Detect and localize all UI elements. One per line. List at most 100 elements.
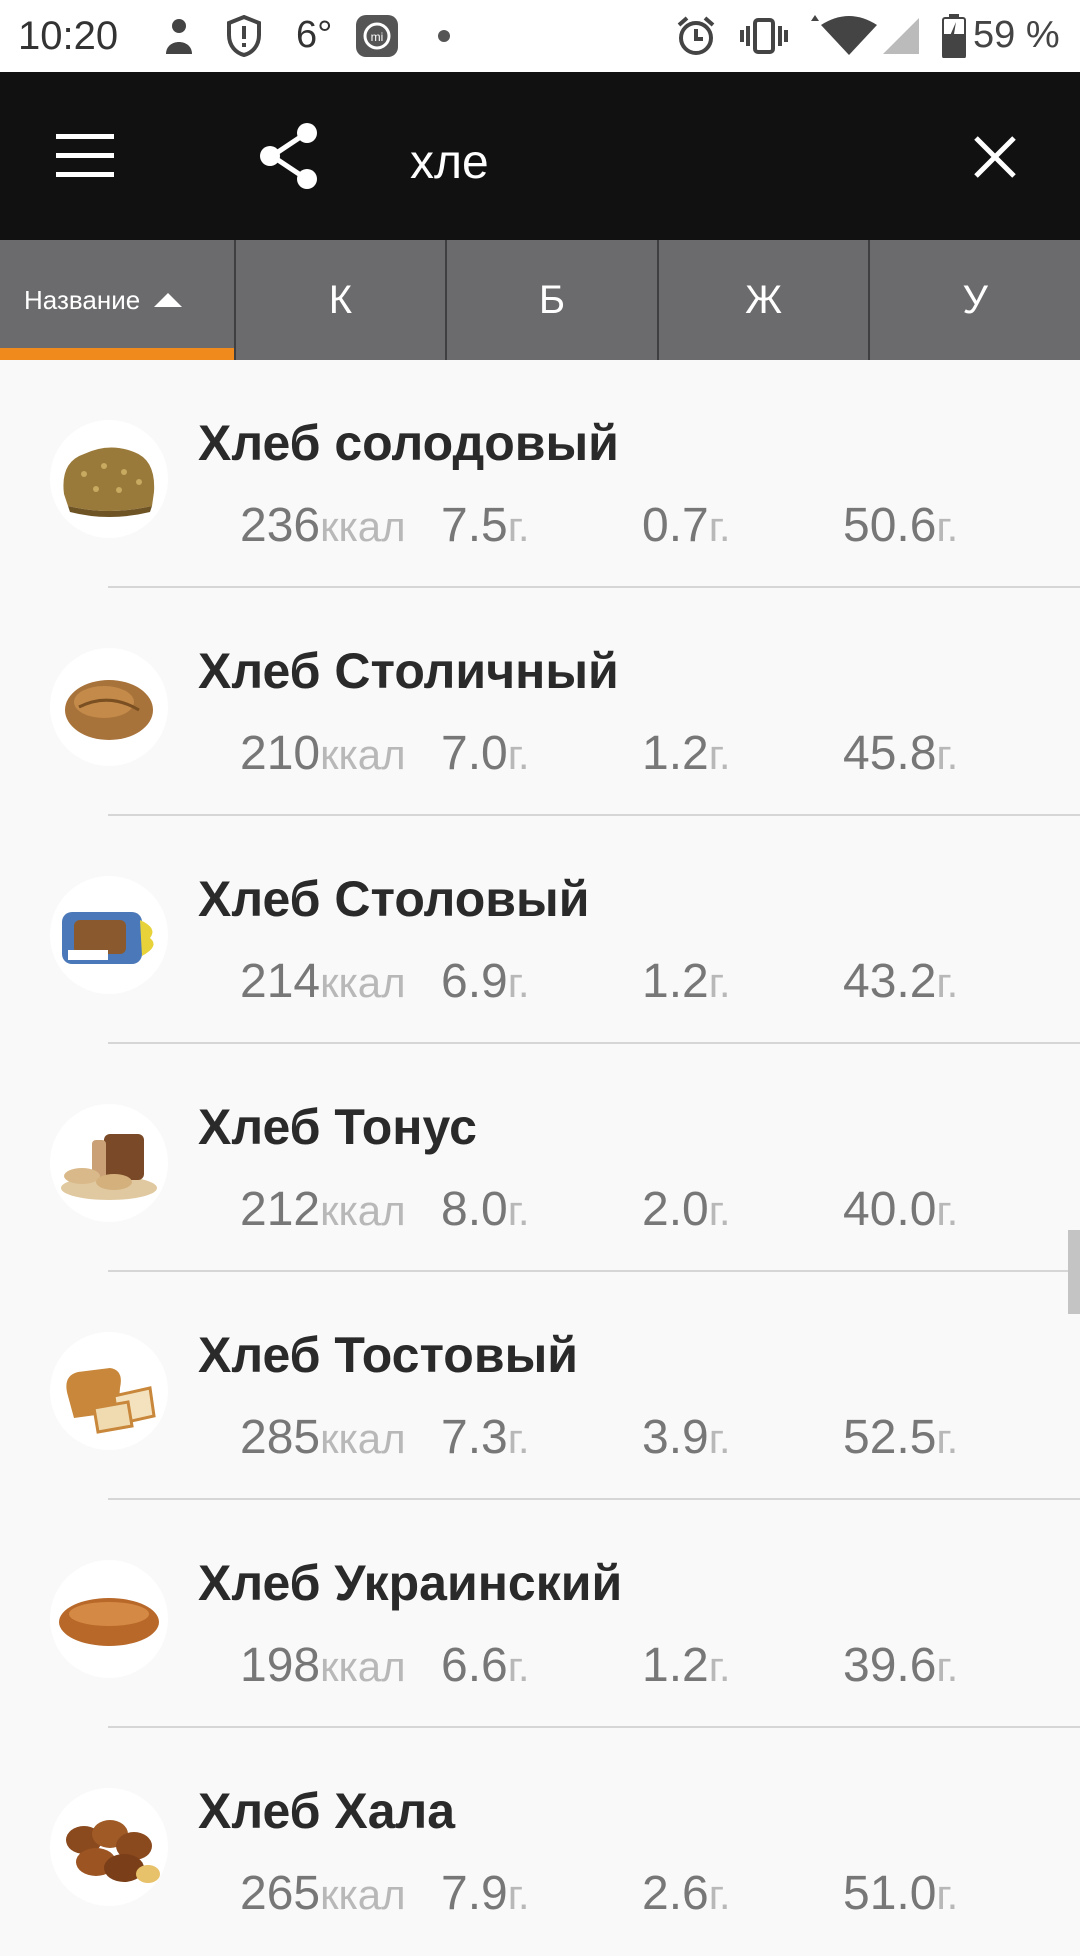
product-fat: 1.2г. [642,954,731,1009]
sort-column-header: Название К Б Ж У [0,240,1080,360]
product-image [50,1332,168,1450]
sliced-bread-icon [61,1134,157,1200]
challah-bread-icon [66,1820,160,1883]
kcal-value: 214 [240,955,321,1008]
menu-button[interactable] [40,122,130,192]
list-item[interactable]: Хлеб солодовый 236ккал 7.5г. 0.7г. 50.6г… [0,360,1080,588]
protein-value: 7.9 [441,1867,508,1920]
product-carbs: 43.2г. [843,954,958,1009]
tab-sort-carbs[interactable]: У [870,240,1080,360]
product-protein: 8.0г. [441,1182,530,1237]
share-icon [260,123,317,189]
kcal-unit: ккал [320,731,406,778]
tab-sort-fat-label: Ж [745,277,783,322]
tab-sort-name-label: Название [24,284,141,315]
product-carbs: 51.0г. [843,1866,958,1921]
tab-sort-kcal[interactable]: К [235,240,446,360]
search-input[interactable] [408,126,932,198]
product-fat: 1.2г. [642,1638,731,1693]
vibrate-icon [738,14,790,58]
gram-unit: г. [936,1643,959,1690]
product-kcal: 212ккал [240,1182,406,1237]
product-carbs: 40.0г. [843,1182,958,1237]
product-name: Хлеб Тостовый [198,1327,579,1383]
list-item[interactable]: Хлеб Тостовый 285ккал 7.3г. 3.9г. 52.5г. [0,1272,1080,1500]
list-item[interactable]: Хлеб Столичный 210ккал 7.0г. 1.2г. 45.8г… [0,588,1080,816]
fat-value: 1.2 [642,1639,709,1692]
product-name: Хлеб Украинский [198,1555,623,1611]
carbs-value: 52.5 [843,1411,937,1464]
fat-value: 2.6 [642,1867,709,1920]
tab-sort-protein[interactable]: Б [447,240,657,360]
product-kcal: 210ккал [240,726,406,781]
oval-loaf-icon [59,1598,159,1646]
kcal-unit: ккал [320,1643,406,1690]
product-image [50,1104,168,1222]
svg-text:mi: mi [371,30,384,44]
list-item[interactable]: Хлеб Украинский 198ккал 6.6г. 1.2г. 39.6… [0,1500,1080,1728]
product-protein: 7.5г. [441,498,530,553]
protein-value: 7.0 [441,727,508,780]
sort-ascending-icon [154,293,183,307]
gram-unit: г. [507,959,530,1006]
battery-percentage: 59 % [973,14,1060,56]
product-carbs: 50.6г. [843,498,958,553]
gram-unit: г. [507,1415,530,1462]
carbs-value: 50.6 [843,499,937,552]
tab-sort-fat[interactable]: Ж [658,240,869,360]
gram-unit: г. [936,731,959,778]
kcal-value: 285 [240,1411,321,1464]
gram-unit: г. [507,1643,530,1690]
tab-sort-carbs-label: У [962,277,988,322]
carbs-value: 39.6 [843,1639,937,1692]
product-kcal: 214ккал [240,954,406,1009]
list-item[interactable]: Хлеб Тонус 212ккал 8.0г. 2.0 г. 40.0г. [0,1044,1080,1272]
bread-loaf-icon [63,447,155,517]
gram-unit: г. [507,503,530,550]
signal-icon [880,14,922,58]
shield-icon [222,14,266,58]
fat-value: 3.9 [642,1411,709,1464]
packaged-bread-icon [62,912,154,964]
product-kcal: 236ккал [240,498,406,553]
gram-unit: г. [708,959,731,1006]
product-kcal: 285ккал [240,1410,406,1465]
app-bar [0,72,1080,240]
product-name: Хлеб Тонус [198,1099,477,1155]
gram-unit: г. [936,503,959,550]
gram-unit: г. [936,1415,959,1462]
list-item[interactable]: Хлеб Столовый 214ккал 6.9г. 1.2г. 43.2г. [0,816,1080,1044]
tab-sort-kcal-label: К [328,277,353,322]
kcal-value: 212 [240,1183,321,1236]
gram-unit: г. [708,1643,731,1690]
wifi-icon [805,14,881,58]
kcal-value: 236 [240,499,321,552]
kcal-unit: ккал [320,1187,406,1234]
notification-icon [158,14,200,58]
product-protein: 6.9г. [441,954,530,1009]
fat-value: 2.0 [642,1183,709,1236]
fat-value: 1.2 [642,955,709,1008]
hamburger-menu-icon [56,134,114,177]
scrollbar-thumb[interactable] [1068,1230,1080,1314]
clear-search-button[interactable] [960,122,1030,192]
gram-unit: г. [507,1871,530,1918]
more-notifications-dot-icon [436,14,452,58]
fat-value: 1.2 [642,727,709,780]
gram-unit: г. [708,503,731,550]
product-image [50,648,168,766]
carbs-value: 43.2 [843,955,937,1008]
share-button[interactable] [250,116,330,196]
gram-unit: г. [708,1415,731,1462]
protein-value: 6.9 [441,955,508,1008]
status-bar: 10:20 6° mi 59 % [0,0,1080,72]
tab-sort-name[interactable]: Название [0,240,234,360]
protein-value: 7.5 [441,499,508,552]
list-item[interactable]: Хлеб Хала 265ккал 7.9г. 2.6г. 51.0г. [0,1728,1080,1956]
gram-unit: г. [936,1187,959,1234]
toast-bread-icon [66,1368,156,1434]
product-kcal: 265ккал [240,1866,406,1921]
kcal-value: 210 [240,727,321,780]
product-carbs: 39.6г. [843,1638,958,1693]
gram-unit: г. [507,1187,530,1234]
